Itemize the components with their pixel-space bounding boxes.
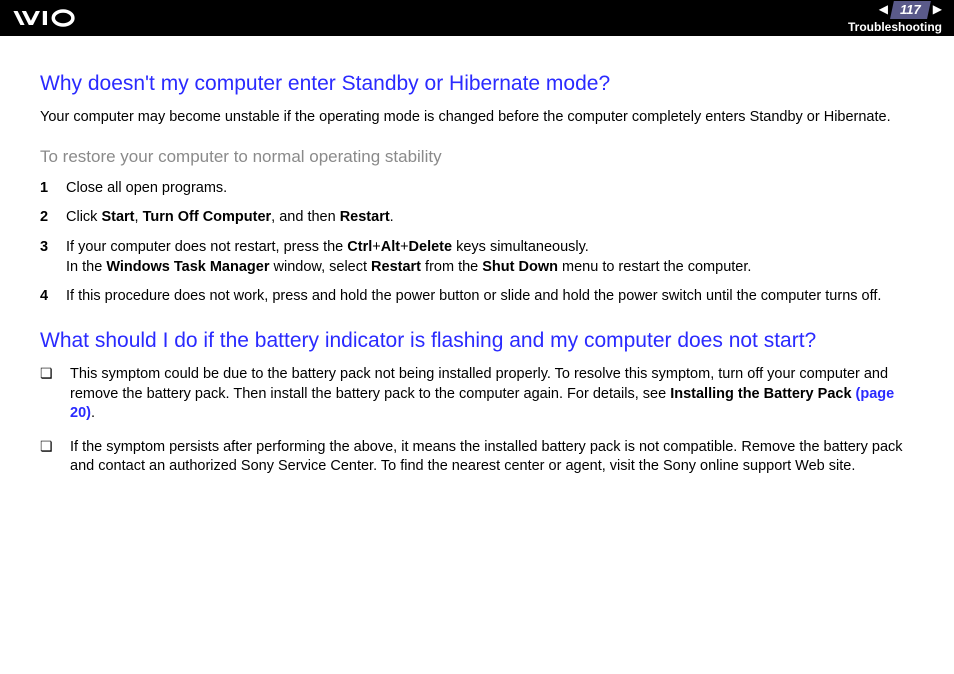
heading-battery: What should I do if the battery indicato… xyxy=(40,327,916,355)
bullet-2: ❏If the symptom persists after performin… xyxy=(40,438,916,477)
heading-standby: Why doesn't my computer enter Standby or… xyxy=(40,70,916,98)
subheading-restore: To restore your computer to normal opera… xyxy=(40,146,916,169)
prev-page-arrow[interactable]: ◀ xyxy=(879,1,888,17)
page-indicator: ◀ 117 ▶ xyxy=(879,1,942,19)
bullet-1: ❏This symptom could be due to the batter… xyxy=(40,365,916,424)
bullet-list: ❏This symptom could be due to the batter… xyxy=(40,365,916,477)
bullet-icon: ❏ xyxy=(40,365,54,424)
step-1: 1Close all open programs. xyxy=(40,179,916,199)
vaio-logo xyxy=(12,8,110,28)
step-4: 4If this procedure does not work, press … xyxy=(40,287,916,307)
step-2: 2Click Start, Turn Off Computer, and the… xyxy=(40,208,916,228)
step-3: 3If your computer does not restart, pres… xyxy=(40,238,916,277)
section-title: Troubleshooting xyxy=(848,19,942,35)
intro-text: Your computer may become unstable if the… xyxy=(40,108,916,128)
next-page-arrow[interactable]: ▶ xyxy=(933,1,942,17)
page-content: Why doesn't my computer enter Standby or… xyxy=(0,36,954,511)
header-bar: ◀ 117 ▶ Troubleshooting xyxy=(0,0,954,36)
page-number: 117 xyxy=(890,1,930,19)
bullet-icon: ❏ xyxy=(40,438,54,477)
steps-list: 1Close all open programs. 2Click Start, … xyxy=(40,179,916,307)
